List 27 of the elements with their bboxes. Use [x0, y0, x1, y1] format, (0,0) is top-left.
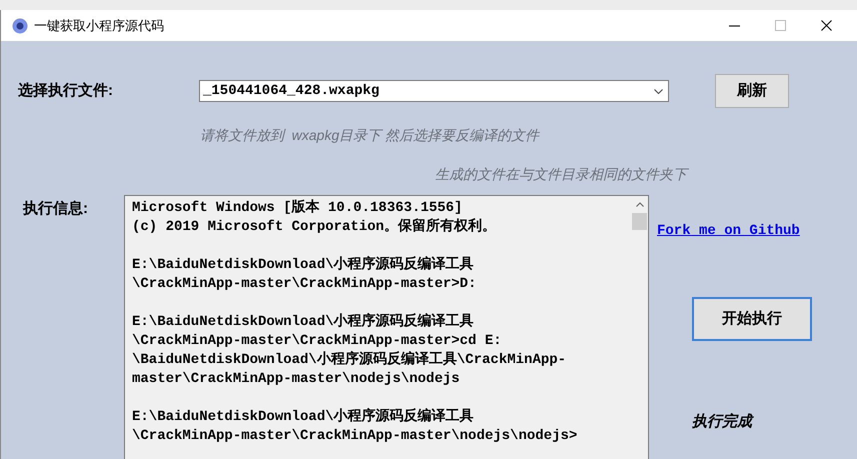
minimize-icon [728, 24, 740, 26]
output-line: \CrackMinApp-master\CrackMinApp-master\nodejs\nodejs> [132, 427, 578, 446]
status-text: 执行完成 [692, 412, 755, 432]
refresh-button[interactable]: 刷新 [715, 74, 789, 108]
start-button[interactable]: 开始执行 [692, 297, 812, 341]
output-line: \CrackMinApp-master\CrackMinApp-master>cd E: [132, 332, 503, 350]
output-line: E:\BaiduNetdiskDownload\小程序源码反编译工具 [132, 408, 475, 427]
file-label: 选择执行文件: [18, 80, 114, 101]
hint-text: 请将文件放到 wxapkg目录下 然后选择要反编译的文件 [200, 126, 540, 145]
file-select[interactable]: _150441064_428.wxapkg [199, 80, 669, 102]
close-icon [820, 20, 832, 31]
output-line: Microsoft Windows [版本 10.0.18363.1556] [132, 199, 464, 218]
output-line: E:\BaiduNetdiskDownload\小程序源码反编译工具 [132, 313, 475, 332]
scrollbar-thumb[interactable] [632, 213, 647, 230]
output-line: \CrackMinApp-master\CrackMinApp-master>D: [132, 275, 478, 294]
output-line: master\CrackMinApp-master\nodejs\nodejs [132, 370, 461, 389]
output-line: E:\BaiduNetdiskDownload\小程序源码反编译工具 [132, 256, 475, 275]
output-label: 执行信息: [23, 199, 89, 219]
hint-text: 生成的文件在与文件目录相同的文件夹下 [435, 165, 687, 184]
maximize-icon [774, 20, 786, 31]
output-line: (c) 2019 Microsoft Corporation。保留所有权利。 [132, 218, 498, 237]
window-title: 一键获取小程序源代码 [34, 16, 164, 35]
github-link[interactable]: Fork me on Github [657, 221, 812, 242]
scroll-up-icon[interactable] [636, 202, 644, 207]
dropdown-caret-icon [654, 88, 663, 94]
output-line: \BaiduNetdiskDownload\小程序源码反编译工具\CrackMinApp- [132, 351, 568, 370]
app-icon [12, 18, 28, 34]
